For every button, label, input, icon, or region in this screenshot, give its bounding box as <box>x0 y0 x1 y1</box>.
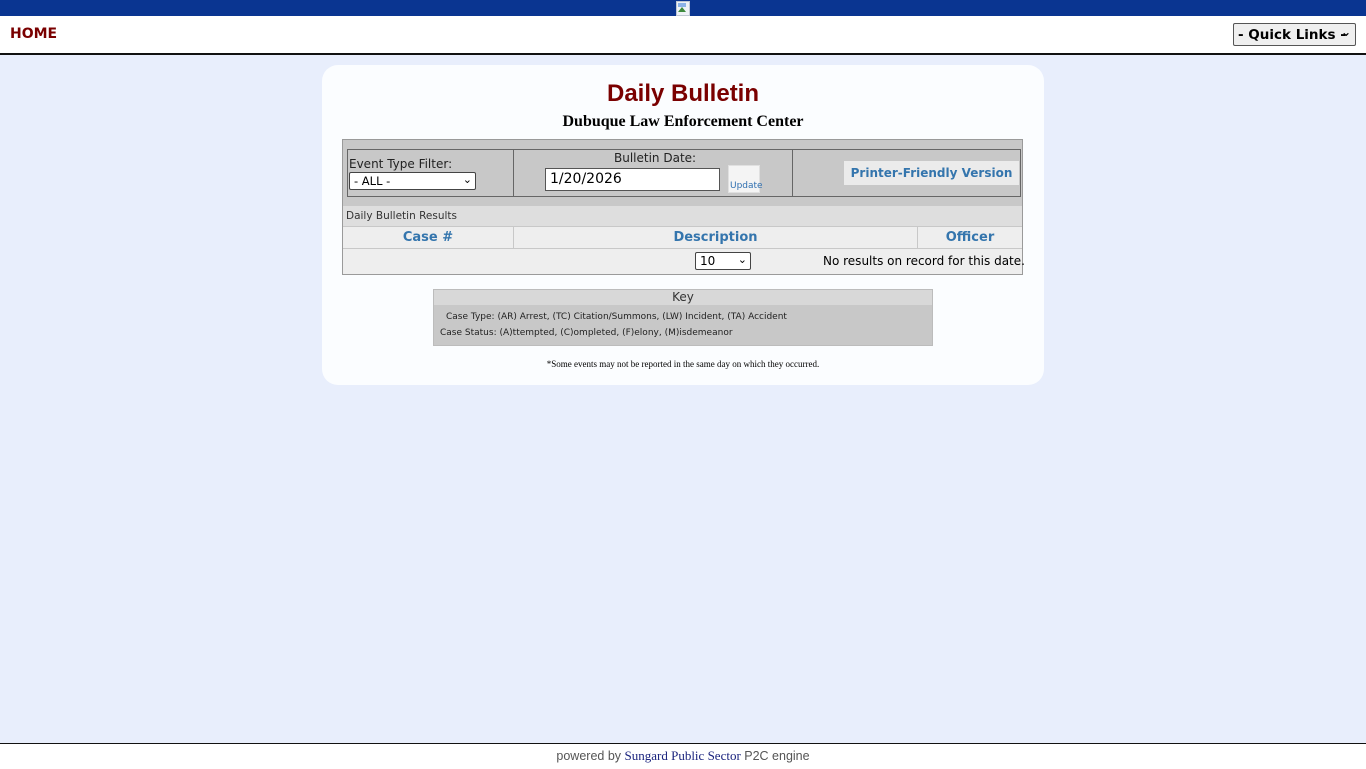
footer-suffix: P2C engine <box>740 749 810 763</box>
bulletin-date-input[interactable]: 1/20/2026 <box>545 168 720 191</box>
page-title: Daily Bulletin <box>606 80 760 107</box>
printer-friendly-button[interactable]: Printer-Friendly Version <box>844 161 1019 185</box>
agency-subtitle: Dubuque Law Enforcement Center <box>562 113 804 130</box>
column-header-officer[interactable]: Officer <box>918 227 1022 248</box>
case-status-key: Case Status: (A)ttempted, (C)ompleted, (… <box>440 328 733 338</box>
nav-bar: HOME - Quick Links - ⌄ <box>0 16 1366 55</box>
update-button[interactable]: Update <box>728 165 763 193</box>
case-type-key: Case Type: (AR) Arrest, (TC) Citation/Su… <box>446 312 787 322</box>
page-size-value: 10 <box>700 254 716 268</box>
top-banner <box>0 0 1366 16</box>
event-type-label: Event Type Filter: <box>349 157 453 171</box>
case-type-text: (AR) Arrest, (TC) Citation/Summons, (LW)… <box>497 312 787 322</box>
chevron-down-icon: ⌄ <box>737 253 747 266</box>
key-title: Key <box>434 290 932 305</box>
quick-links-value: - Quick Links - <box>1238 27 1346 43</box>
chevron-down-icon: ⌄ <box>462 173 472 186</box>
case-status-text: (A)ttempted, (C)ompleted, (F)elony, (M)i… <box>499 328 733 338</box>
chevron-down-icon: ⌄ <box>1340 25 1351 39</box>
event-type-select[interactable]: - ALL - ⌄ <box>349 172 476 190</box>
column-header-description[interactable]: Description <box>514 227 917 248</box>
case-type-label: Case Type: <box>446 312 495 322</box>
page-footer: powered by Sungard Public Sector P2C eng… <box>0 743 1366 769</box>
empty-results-message: No results on record for this date. <box>823 254 1025 268</box>
event-type-value: - ALL - <box>354 174 391 188</box>
broken-image-icon <box>676 1 690 16</box>
key-legend: Key Case Type: (AR) Arrest, (TC) Citatio… <box>433 289 933 346</box>
footer-prefix: powered by <box>556 749 625 763</box>
home-link[interactable]: HOME <box>10 26 57 42</box>
bulletin-date-label: Bulletin Date: <box>614 151 697 165</box>
filter-row: Event Type Filter: - ALL - ⌄ Bulletin Da… <box>347 149 1021 197</box>
bulletin-date-value: 1/20/2026 <box>550 171 622 187</box>
results-footer-row: 10 ⌄ No results on record for this date. <box>343 249 1025 274</box>
sungard-link[interactable]: Sungard Public Sector <box>625 748 741 763</box>
column-header-case[interactable]: Case # <box>343 227 513 248</box>
update-button-label: Update <box>730 181 763 191</box>
bulletin-table: Event Type Filter: - ALL - ⌄ Bulletin Da… <box>342 139 1025 275</box>
quick-links-select[interactable]: - Quick Links - ⌄ <box>1233 23 1356 46</box>
results-header-label: Daily Bulletin Results <box>346 210 457 222</box>
results-header: Daily Bulletin Results <box>343 206 1022 226</box>
cell-divider <box>792 150 793 196</box>
case-status-label: Case Status: <box>440 328 497 338</box>
reporting-footnote: *Some events may not be reported in the … <box>546 359 820 369</box>
page-size-select[interactable]: 10 ⌄ <box>695 252 751 270</box>
bulletin-panel: Daily Bulletin Dubuque Law Enforcement C… <box>322 65 1044 385</box>
cell-divider <box>513 150 514 196</box>
